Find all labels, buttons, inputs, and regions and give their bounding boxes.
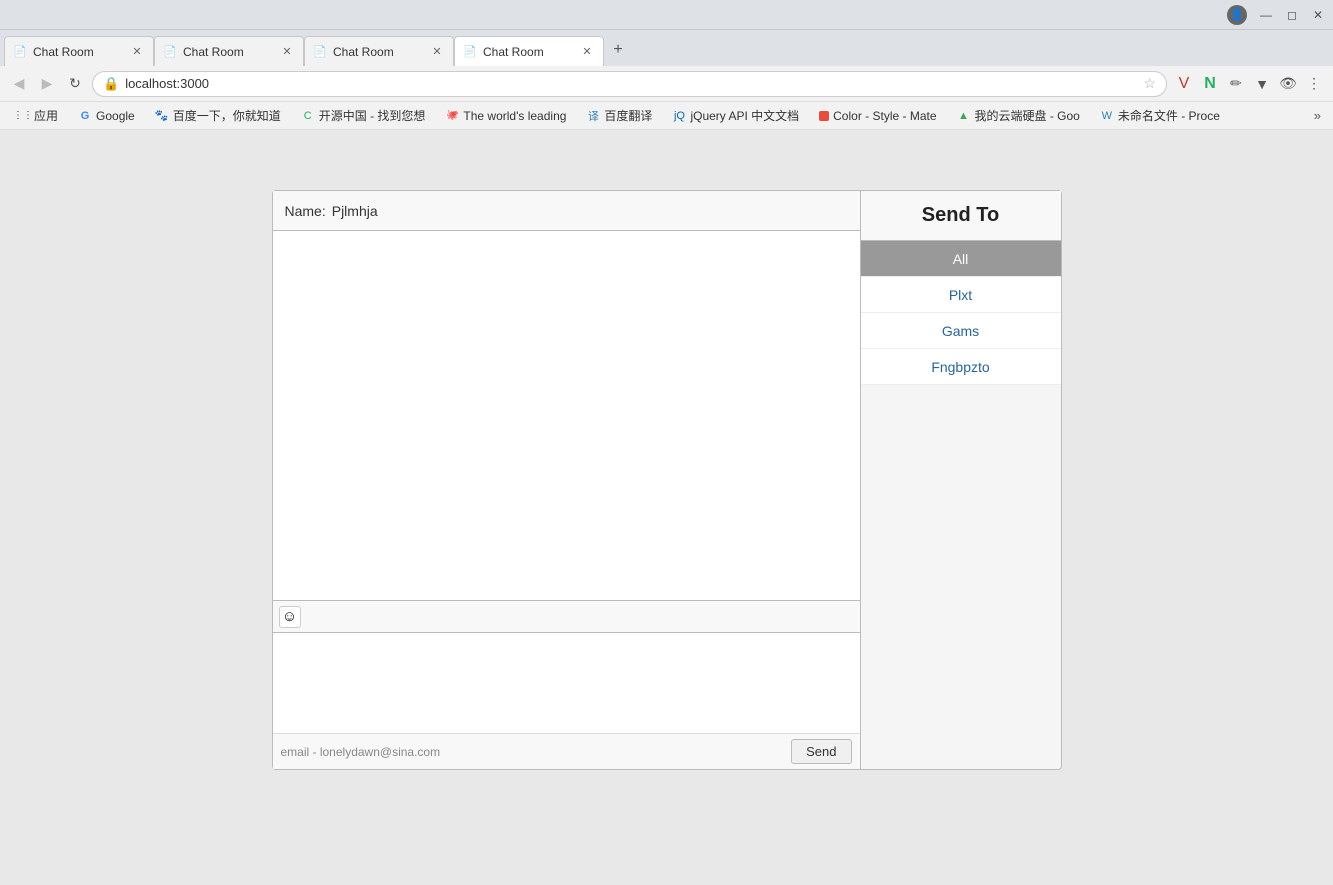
bookmark-github[interactable]: 🐙 The world's leading [437,105,574,127]
recipient-plxt[interactable]: Plxt [861,277,1061,313]
down-icon[interactable]: ▼ [1251,73,1273,95]
pen-icon[interactable]: ✏ [1225,73,1247,95]
browser-toolbar: V N ✏ ▼ 👁 ⋮ [1173,73,1325,95]
bookmark-baidufanyi[interactable]: 译 百度翻译 [578,105,660,127]
recipient-all[interactable]: All [861,241,1061,277]
extensions-icon[interactable]: V [1173,73,1195,95]
extension2-icon[interactable]: N [1199,73,1221,95]
tab-title-1: Chat Room [33,45,123,59]
gdrive-favicon: ▲ [957,109,971,123]
oschina-favicon: C [301,109,315,123]
address-text: localhost:3000 [125,76,1137,91]
recipient-list: All Plxt Gams Fngbpzto [861,241,1061,385]
baidufanyi-favicon: 译 [586,109,600,123]
name-value: Pjlmhja [332,203,378,219]
emoji-button[interactable]: ☺ [279,606,301,628]
profile-icon[interactable]: 👤 [1227,5,1247,25]
tab-title-4: Chat Room [483,45,573,59]
chat-bottom-bar: email - lonelydawn@sina.com Send [273,733,860,769]
send-button[interactable]: Send [791,739,851,764]
jquery-favicon: jQ [672,109,686,123]
emoji-icon: ☺ [282,608,297,625]
address-input-container[interactable]: 🔒 localhost:3000 ☆ [92,71,1167,97]
new-tab-button[interactable]: + [604,36,632,64]
page-content: Name: Pjlmhja ☺ email - lonelydawn@sina.… [0,130,1333,885]
minimize-button[interactable]: — [1259,8,1273,22]
bookmark-google[interactable]: G Google [70,105,143,127]
chat-left-panel: Name: Pjlmhja ☺ email - lonelydawn@sina.… [273,191,861,769]
chat-email: email - lonelydawn@sina.com [281,745,441,759]
eye-icon[interactable]: 👁 [1277,73,1299,95]
reload-button[interactable]: ↻ [64,73,86,95]
chat-messages-area[interactable] [273,231,860,601]
baidu-favicon: 🐾 [155,109,169,123]
secure-icon: 🔒 [103,76,119,92]
tab-favicon-1: 📄 [13,45,27,59]
more-menu-icon[interactable]: ⋮ [1303,73,1325,95]
bookmark-baidu[interactable]: 🐾 百度一下，你就知道 [147,105,289,127]
tab-favicon-4: 📄 [463,45,477,59]
tab-close-2[interactable]: ✕ [279,44,295,60]
bookmarks-bar: ⋮⋮ 应用 G Google 🐾 百度一下，你就知道 C 开源中国 - 找到您想… [0,102,1333,130]
tab-title-2: Chat Room [183,45,273,59]
chat-input[interactable] [273,633,860,733]
bookmark-jquery[interactable]: jQ jQuery API 中文文档 [664,105,807,127]
google-favicon: G [78,109,92,123]
name-label: Name: [285,203,326,219]
browser-tab-4[interactable]: 📄 Chat Room ✕ [454,36,604,66]
browser-tab-1[interactable]: 📄 Chat Room ✕ [4,36,154,66]
address-bar: ◀ ▶ ↻ 🔒 localhost:3000 ☆ V N ✏ ▼ 👁 ⋮ [0,66,1333,102]
tab-close-3[interactable]: ✕ [429,44,445,60]
maximize-button[interactable]: ◻ [1285,8,1299,22]
bookmarks-more-icon[interactable]: » [1310,108,1325,123]
bookmark-color[interactable]: Color - Style - Mate [811,105,944,127]
bookmark-star-icon[interactable]: ☆ [1143,75,1156,92]
back-button[interactable]: ◀ [8,73,30,95]
tab-bar: 📄 Chat Room ✕ 📄 Chat Room ✕ 📄 Chat Room … [0,30,1333,66]
bookmark-apps[interactable]: ⋮⋮ 应用 [8,105,66,127]
browser-window: 👤 — ◻ ✕ 📄 Chat Room ✕ 📄 Chat Room ✕ 📄 Ch… [0,0,1333,885]
github-favicon: 🐙 [445,109,459,123]
chat-app: Name: Pjlmhja ☺ email - lonelydawn@sina.… [272,190,1062,770]
browser-tab-2[interactable]: 📄 Chat Room ✕ [154,36,304,66]
bookmark-oschina[interactable]: C 开源中国 - 找到您想 [293,105,434,127]
recipient-gams[interactable]: Gams [861,313,1061,349]
close-button[interactable]: ✕ [1311,8,1325,22]
tab-close-4[interactable]: ✕ [579,44,595,60]
title-bar: 👤 — ◻ ✕ [0,0,1333,30]
chat-name-bar: Name: Pjlmhja [273,191,860,231]
forward-button[interactable]: ▶ [36,73,58,95]
tab-title-3: Chat Room [333,45,423,59]
color-favicon [819,111,829,121]
unnamed-favicon: W [1100,109,1114,123]
chat-input-area: email - lonelydawn@sina.com Send [273,633,860,769]
chat-right-panel: Send To All Plxt Gams Fngbpzto [861,191,1061,769]
recipient-fngbpzto[interactable]: Fngbpzto [861,349,1061,385]
chat-toolbar: ☺ [273,601,860,633]
apps-favicon: ⋮⋮ [16,109,30,123]
send-to-header: Send To [861,191,1061,241]
browser-tab-3[interactable]: 📄 Chat Room ✕ [304,36,454,66]
tab-favicon-3: 📄 [313,45,327,59]
bookmark-gdrive[interactable]: ▲ 我的云端硬盘 - Goo [949,105,1088,127]
bookmark-unnamed[interactable]: W 未命名文件 - Proce [1092,105,1228,127]
tab-close-1[interactable]: ✕ [129,44,145,60]
tab-favicon-2: 📄 [163,45,177,59]
